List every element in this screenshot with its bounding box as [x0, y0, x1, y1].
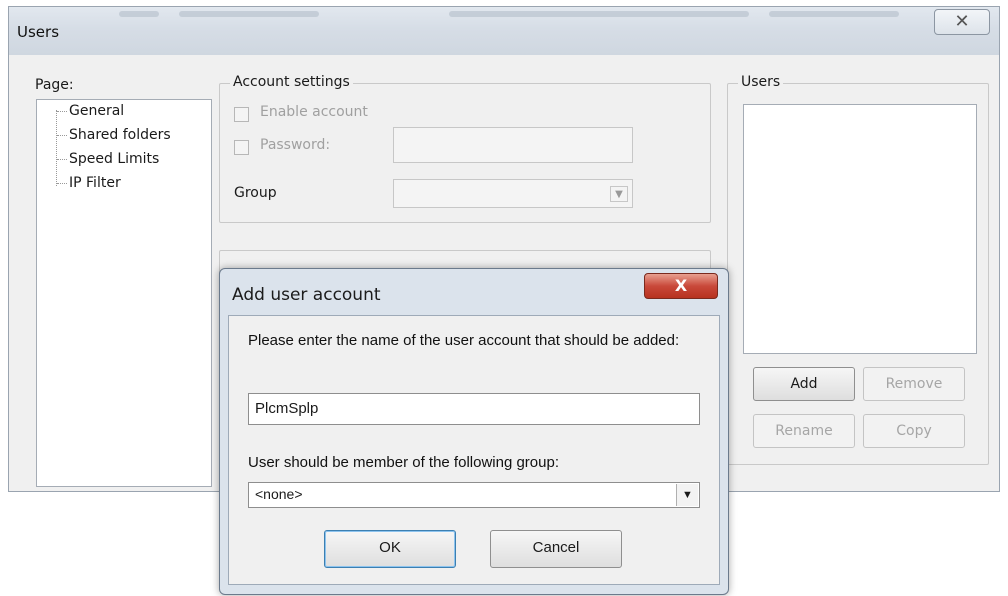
title-blur: [449, 11, 749, 17]
chevron-down-icon: ▼: [610, 186, 628, 202]
group-dropdown[interactable]: <none> ▼: [248, 482, 700, 508]
account-settings-legend: Account settings: [230, 74, 353, 90]
tree-connector: [57, 183, 67, 184]
tree-item-general[interactable]: General: [69, 103, 124, 119]
password-input[interactable]: [393, 127, 633, 163]
group-dropdown-value: <none>: [255, 486, 303, 502]
cancel-button[interactable]: Cancel: [490, 530, 622, 568]
dialog-close-button[interactable]: X: [644, 273, 718, 299]
close-icon: ✕: [954, 11, 970, 32]
tree-connector: [57, 135, 67, 136]
password-label: Password:: [260, 137, 331, 153]
page-label: Page:: [35, 77, 74, 93]
title-blur: [119, 11, 159, 17]
user-name-input[interactable]: PlcmSplp: [248, 393, 700, 425]
ok-button[interactable]: OK: [324, 530, 456, 568]
rename-button[interactable]: Rename: [753, 414, 855, 448]
chevron-down-icon[interactable]: ▼: [676, 484, 698, 506]
window-title: Users: [17, 23, 60, 41]
add-user-dialog: Add user account X Please enter the name…: [219, 268, 729, 595]
tree-item-shared-folders[interactable]: Shared folders: [69, 127, 171, 143]
tree-connector: [57, 159, 67, 160]
tree-connector: [56, 110, 57, 186]
users-legend: Users: [738, 74, 784, 90]
password-checkbox[interactable]: [234, 140, 249, 155]
group-prompt: User should be member of the following g…: [248, 454, 560, 471]
group-label: Group: [234, 185, 277, 201]
enable-account-checkbox[interactable]: [234, 107, 249, 122]
title-bar[interactable]: [9, 7, 999, 55]
title-blur: [769, 11, 899, 17]
dialog-body: Please enter the name of the user accoun…: [228, 315, 720, 585]
title-blur: [179, 11, 319, 17]
tree-item-ip-filter[interactable]: IP Filter: [69, 175, 121, 191]
enable-account-label: Enable account: [260, 104, 368, 120]
window-close-button[interactable]: ✕: [934, 9, 990, 35]
copy-button[interactable]: Copy: [863, 414, 965, 448]
tree-connector: [57, 111, 67, 112]
remove-button[interactable]: Remove: [863, 367, 965, 401]
dialog-title: Add user account: [232, 285, 381, 305]
page-tree[interactable]: General Shared folders Speed Limits IP F…: [36, 99, 212, 487]
add-button[interactable]: Add: [753, 367, 855, 401]
group-select[interactable]: ▼: [393, 179, 633, 208]
users-list[interactable]: [743, 104, 977, 354]
dialog-prompt: Please enter the name of the user accoun…: [248, 332, 680, 349]
tree-item-speed-limits[interactable]: Speed Limits: [69, 151, 159, 167]
close-icon: X: [674, 276, 688, 295]
